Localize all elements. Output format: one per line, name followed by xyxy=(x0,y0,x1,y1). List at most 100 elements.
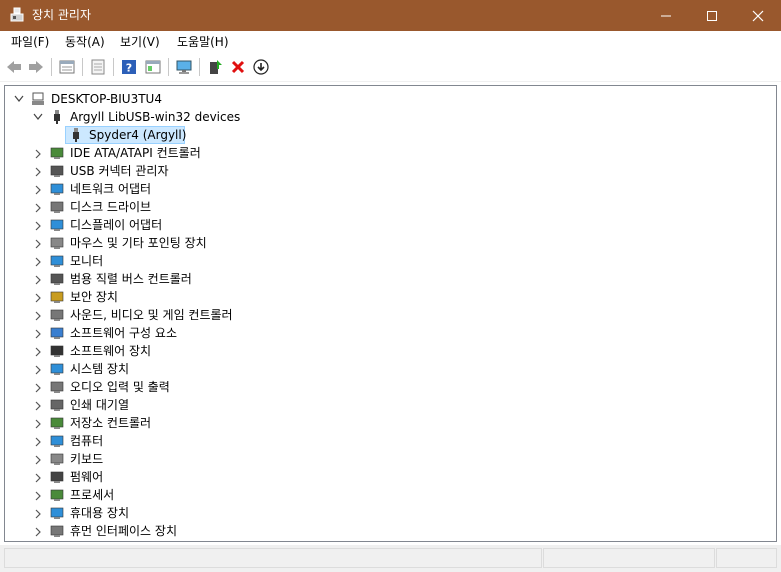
toolbar-separator xyxy=(51,58,52,76)
tree-category-row[interactable]: 보안 장치 xyxy=(5,288,765,306)
tree-group-label: Argyll LibUSB-win32 devices xyxy=(70,110,241,124)
tree-category-row[interactable]: 사운드, 비디오 및 게임 컨트롤러 xyxy=(5,306,765,324)
tree-category-row[interactable]: 소프트웨어 장치 xyxy=(5,342,765,360)
software-component-icon xyxy=(49,325,65,341)
portable-device-icon xyxy=(49,505,65,521)
expand-chevron-icon[interactable] xyxy=(34,360,44,378)
minimize-icon xyxy=(661,15,671,17)
tree-category-row[interactable]: 범용 직렬 버스 컨트롤러 xyxy=(5,270,765,288)
tree-group-row[interactable]: Argyll LibUSB-win32 devices xyxy=(5,108,765,126)
maximize-icon xyxy=(707,11,717,21)
tree-category-row[interactable]: 마우스 및 기타 포인팅 장치 xyxy=(5,234,765,252)
processor-icon xyxy=(49,487,65,503)
menu-file[interactable]: 파일(F) xyxy=(9,34,51,50)
expand-chevron-icon[interactable] xyxy=(34,288,44,306)
close-button[interactable] xyxy=(735,0,781,31)
back-icon xyxy=(7,61,21,73)
tree-category-row[interactable]: 오디오 입력 및 출력 xyxy=(5,378,765,396)
forward-button[interactable] xyxy=(26,57,46,77)
tree-category-label: 인쇄 대기열 xyxy=(70,398,130,412)
tree-category-label: 프로세서 xyxy=(70,488,115,502)
update-driver-icon xyxy=(91,59,105,75)
minimize-button[interactable] xyxy=(643,0,689,31)
collapse-chevron-icon[interactable] xyxy=(14,90,24,108)
usb-connector-icon xyxy=(49,163,65,179)
toolbar-separator xyxy=(113,58,114,76)
tree-category-row[interactable]: 키보드 xyxy=(5,450,765,468)
title-bar[interactable]: 장치 관리자 xyxy=(0,0,781,31)
expand-chevron-icon[interactable] xyxy=(34,198,44,216)
tree-category-label: 모니터 xyxy=(70,254,104,268)
device-manager-window: 장치 관리자 파일(F) 동작(A) 보기(V) 도움말(H) ? DESKTO… xyxy=(0,0,781,572)
expand-chevron-icon[interactable] xyxy=(34,522,44,540)
tree-category-row[interactable]: IDE ATA/ATAPI 컨트롤러 xyxy=(5,144,765,162)
usb-controller-icon xyxy=(49,271,65,287)
tree-category-label: IDE ATA/ATAPI 컨트롤러 xyxy=(70,146,201,160)
tree-category-label: 시스템 장치 xyxy=(70,362,130,376)
expand-chevron-icon[interactable] xyxy=(34,234,44,252)
expand-chevron-icon[interactable] xyxy=(34,180,44,198)
expand-chevron-icon[interactable] xyxy=(34,486,44,504)
tree-selected-label: Spyder4 (Argyll) xyxy=(89,128,187,142)
expand-chevron-icon[interactable] xyxy=(34,270,44,288)
tree-category-row[interactable]: 모니터 xyxy=(5,252,765,270)
device-tree[interactable]: DESKTOP-BIU3TU4 Argyll LibUSB-win32 devi… xyxy=(4,85,777,542)
tree-category-row[interactable]: 인쇄 대기열 xyxy=(5,396,765,414)
download-icon xyxy=(253,59,269,75)
tree-category-row[interactable]: 컴퓨터 xyxy=(5,432,765,450)
expand-chevron-icon[interactable] xyxy=(34,414,44,432)
expand-chevron-icon[interactable] xyxy=(34,450,44,468)
tree-selected-row[interactable]: Spyder4 (Argyll) xyxy=(5,126,765,144)
expand-chevron-icon[interactable] xyxy=(34,396,44,414)
tree-category-label: 디스크 드라이브 xyxy=(70,200,152,214)
expand-chevron-icon[interactable] xyxy=(34,504,44,522)
expand-chevron-icon[interactable] xyxy=(34,162,44,180)
add-driver-button[interactable] xyxy=(205,57,225,77)
uninstall-button[interactable] xyxy=(228,57,248,77)
tree-category-row[interactable]: 휴대용 장치 xyxy=(5,504,765,522)
expand-chevron-icon[interactable] xyxy=(34,216,44,234)
toolbar-separator xyxy=(168,58,169,76)
tree-category-row[interactable]: USB 커넥터 관리자 xyxy=(5,162,765,180)
usb-plug-icon xyxy=(49,109,65,125)
view-button[interactable] xyxy=(143,57,163,77)
expand-chevron-icon[interactable] xyxy=(34,306,44,324)
menu-bar: 파일(F) 동작(A) 보기(V) 도움말(H) xyxy=(0,31,781,53)
tree-category-label: 보안 장치 xyxy=(70,290,118,304)
tree-category-row[interactable]: 디스크 드라이브 xyxy=(5,198,765,216)
tree-category-row[interactable]: 네트워크 어댑터 xyxy=(5,180,765,198)
expand-chevron-icon[interactable] xyxy=(34,378,44,396)
tree-category-label: 컴퓨터 xyxy=(70,434,104,448)
tree-root-row[interactable]: DESKTOP-BIU3TU4 xyxy=(5,90,765,108)
expand-chevron-icon[interactable] xyxy=(34,252,44,270)
forward-icon xyxy=(29,61,43,73)
tree-category-row[interactable]: 프로세서 xyxy=(5,486,765,504)
expand-chevron-icon[interactable] xyxy=(34,468,44,486)
menu-help[interactable]: 도움말(H) xyxy=(175,34,231,50)
computer-root-icon xyxy=(30,91,46,107)
menu-action[interactable]: 동작(A) xyxy=(63,34,107,50)
help-button[interactable]: ? xyxy=(119,57,139,77)
properties-icon xyxy=(59,60,75,74)
tree-category-row[interactable]: 저장소 컨트롤러 xyxy=(5,414,765,432)
scan-hardware-button[interactable] xyxy=(174,57,194,77)
download-button[interactable] xyxy=(251,57,271,77)
expand-chevron-icon[interactable] xyxy=(34,324,44,342)
tree-category-row[interactable]: 시스템 장치 xyxy=(5,360,765,378)
status-pane-tertiary xyxy=(716,548,777,568)
tree-category-row[interactable]: 소프트웨어 구성 요소 xyxy=(5,324,765,342)
expand-chevron-icon[interactable] xyxy=(34,432,44,450)
expand-chevron-icon[interactable] xyxy=(34,342,44,360)
properties-button[interactable] xyxy=(57,57,77,77)
collapse-chevron-icon[interactable] xyxy=(33,108,43,126)
update-driver-button[interactable] xyxy=(88,57,108,77)
view-icon xyxy=(145,60,161,74)
maximize-button[interactable] xyxy=(689,0,735,31)
back-button[interactable] xyxy=(4,57,24,77)
menu-view[interactable]: 보기(V) xyxy=(118,34,162,50)
monitor-icon xyxy=(49,253,65,269)
expand-chevron-icon[interactable] xyxy=(34,144,44,162)
tree-category-row[interactable]: 펌웨어 xyxy=(5,468,765,486)
tree-category-row[interactable]: 디스플레이 어댑터 xyxy=(5,216,765,234)
tree-category-row[interactable]: 휴먼 인터페이스 장치 xyxy=(5,522,765,540)
